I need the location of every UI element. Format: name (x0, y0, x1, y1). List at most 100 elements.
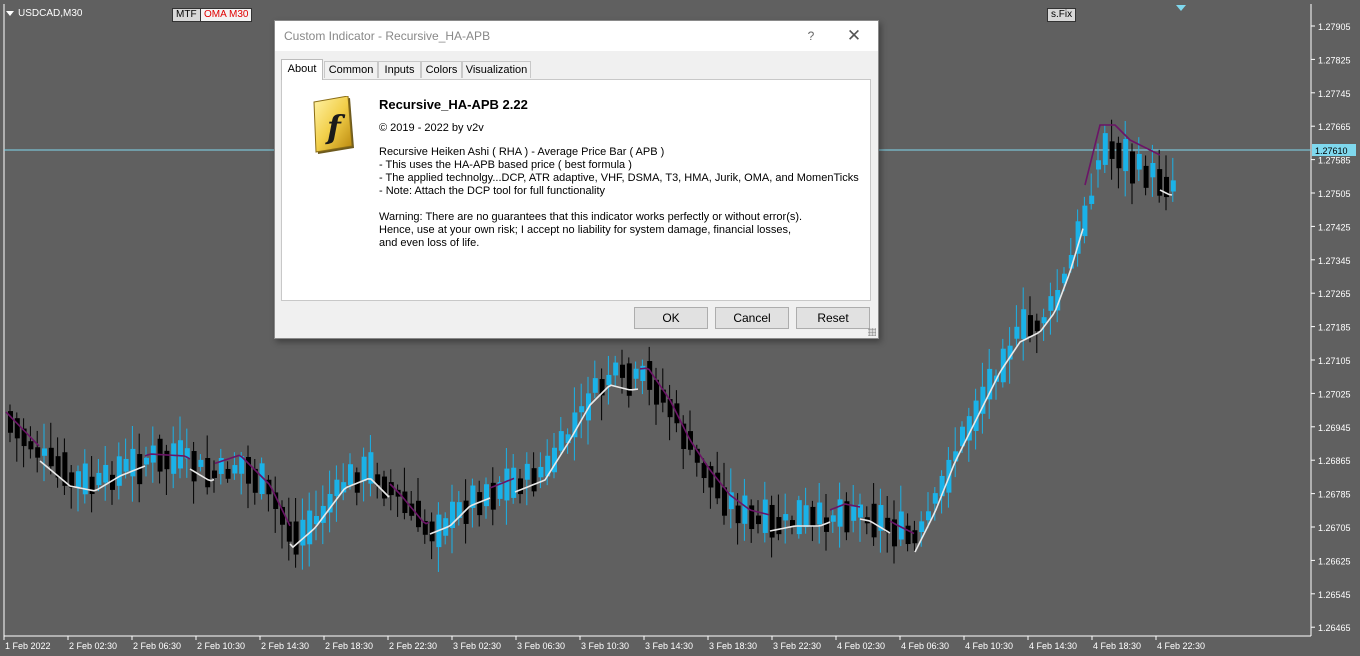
tab-common[interactable]: Common (324, 61, 378, 78)
ok-button[interactable]: OK (634, 307, 708, 329)
price-tick-label: 1.26705 (1318, 523, 1351, 533)
bull-candle (96, 472, 102, 486)
bull-candle (334, 479, 340, 497)
bear-candle (701, 463, 707, 479)
bull-candle (592, 378, 598, 393)
bull-candle (76, 471, 81, 488)
price-tick-label: 1.27505 (1318, 189, 1351, 199)
bull-candle (171, 443, 177, 474)
bull-candle (558, 431, 564, 451)
mtf-tag[interactable]: MTF (172, 8, 201, 22)
tab-visualization[interactable]: Visualization (462, 61, 531, 78)
time-tick-label: 2 Feb 02:30 (69, 641, 117, 651)
help-button[interactable]: ? (803, 27, 819, 45)
close-icon[interactable]: ✕ (843, 25, 865, 47)
indicator-line-down (1084, 124, 1161, 186)
bear-candle (191, 451, 197, 482)
time-tick-label: 3 Feb 02:30 (453, 641, 501, 651)
bear-candle (388, 482, 394, 496)
bear-candle (810, 506, 816, 527)
indicator-f-icon: f (313, 96, 354, 154)
description-line: Recursive Heiken Ashi ( RHA ) - Average … (379, 146, 665, 158)
time-tick-label: 3 Feb 18:30 (709, 641, 757, 651)
time-tick-label: 4 Feb 22:30 (1157, 641, 1205, 651)
price-tick-label: 1.26465 (1318, 623, 1351, 633)
time-tick-label: 2 Feb 10:30 (197, 641, 245, 651)
bull-candle (851, 506, 857, 521)
bear-candle (531, 468, 537, 492)
bear-candle (756, 515, 761, 525)
bull-candle (919, 521, 925, 533)
time-tick-label: 2 Feb 22:30 (389, 641, 437, 651)
indicator-description: Recursive Heiken Ashi ( RHA ) - Average … (379, 146, 859, 198)
bear-candle (225, 468, 231, 479)
bull-candle (606, 374, 612, 385)
bull-candle (613, 362, 619, 376)
description-line: - Note: Attach the DCP tool for full fun… (379, 185, 606, 197)
bull-candle (538, 466, 544, 478)
chart-shift-marker-icon[interactable] (1176, 5, 1186, 11)
bull-candle (1136, 153, 1142, 170)
bear-candle (1109, 141, 1115, 159)
bull-candle (1048, 296, 1054, 311)
bear-candle (1034, 320, 1040, 332)
bull-candle (1123, 139, 1129, 172)
bull-candle (579, 406, 585, 413)
bull-candle (1089, 195, 1095, 204)
chart-menu-arrow-icon[interactable] (6, 11, 14, 16)
tab-about[interactable]: About (281, 59, 323, 80)
time-tick-label: 2 Feb 14:30 (261, 641, 309, 651)
bear-candle (28, 441, 34, 450)
bear-candle (293, 521, 299, 555)
resize-grip-icon[interactable] (868, 328, 876, 336)
current-price-label: 1.27610 (1315, 146, 1348, 156)
description-line: - This uses the HA-APB based price ( bes… (379, 159, 632, 171)
bear-candle (844, 501, 850, 533)
bull-candle (484, 484, 489, 507)
bull-candle (198, 459, 204, 467)
price-tick-label: 1.27425 (1318, 222, 1351, 232)
time-tick-label: 3 Feb 14:30 (645, 641, 693, 651)
tab-colors[interactable]: Colors (421, 61, 462, 78)
bear-candle (769, 504, 775, 538)
bull-candle (524, 463, 530, 480)
bull-candle (742, 495, 748, 524)
bear-candle (722, 487, 727, 516)
bull-candle (1041, 317, 1047, 324)
description-line: - The applied technolgy...DCP, ATR adapt… (379, 172, 859, 184)
price-tick-label: 1.27745 (1318, 89, 1351, 99)
price-tick-label: 1.26945 (1318, 423, 1351, 433)
bull-candle (830, 515, 836, 522)
price-tick-label: 1.27185 (1318, 323, 1351, 333)
time-tick-label: 4 Feb 14:30 (1029, 641, 1077, 651)
bear-candle (1157, 169, 1163, 196)
bull-candle (762, 499, 768, 533)
bull-candle (803, 505, 809, 528)
bear-candle (205, 458, 211, 488)
bull-candle (1082, 205, 1088, 237)
bull-candle (348, 464, 353, 485)
bear-candle (429, 521, 435, 542)
tab-inputs[interactable]: Inputs (378, 61, 421, 78)
warning-line: and even loss of life. (379, 237, 480, 249)
price-tick-label: 1.26785 (1318, 490, 1351, 500)
cancel-button[interactable]: Cancel (715, 307, 789, 329)
bull-candle (932, 493, 938, 504)
bear-candle (735, 505, 741, 524)
bull-candle (511, 467, 517, 498)
bear-candle (620, 364, 625, 378)
time-tick-label: 4 Feb 10:30 (965, 641, 1013, 651)
bear-candle (1130, 151, 1135, 184)
price-tick-label: 1.27345 (1318, 256, 1351, 266)
bull-candle (1021, 309, 1027, 339)
reset-button[interactable]: Reset (796, 307, 870, 329)
oma-tag[interactable]: OMA M30 (200, 8, 253, 22)
indicator-name: Recursive_HA-APB 2.22 (379, 97, 528, 112)
dialog-titlebar[interactable]: Custom Indicator - Recursive_HA-APB ? ✕ (275, 21, 878, 51)
bull-candle (1150, 163, 1156, 178)
sfix-tag[interactable]: s.Fix (1047, 8, 1077, 22)
price-tick-label: 1.27105 (1318, 356, 1351, 366)
custom-indicator-dialog: Custom Indicator - Recursive_HA-APB ? ✕ … (274, 20, 879, 339)
time-tick-label: 4 Feb 02:30 (837, 641, 885, 651)
dialog-title: Custom Indicator - Recursive_HA-APB (284, 29, 491, 43)
